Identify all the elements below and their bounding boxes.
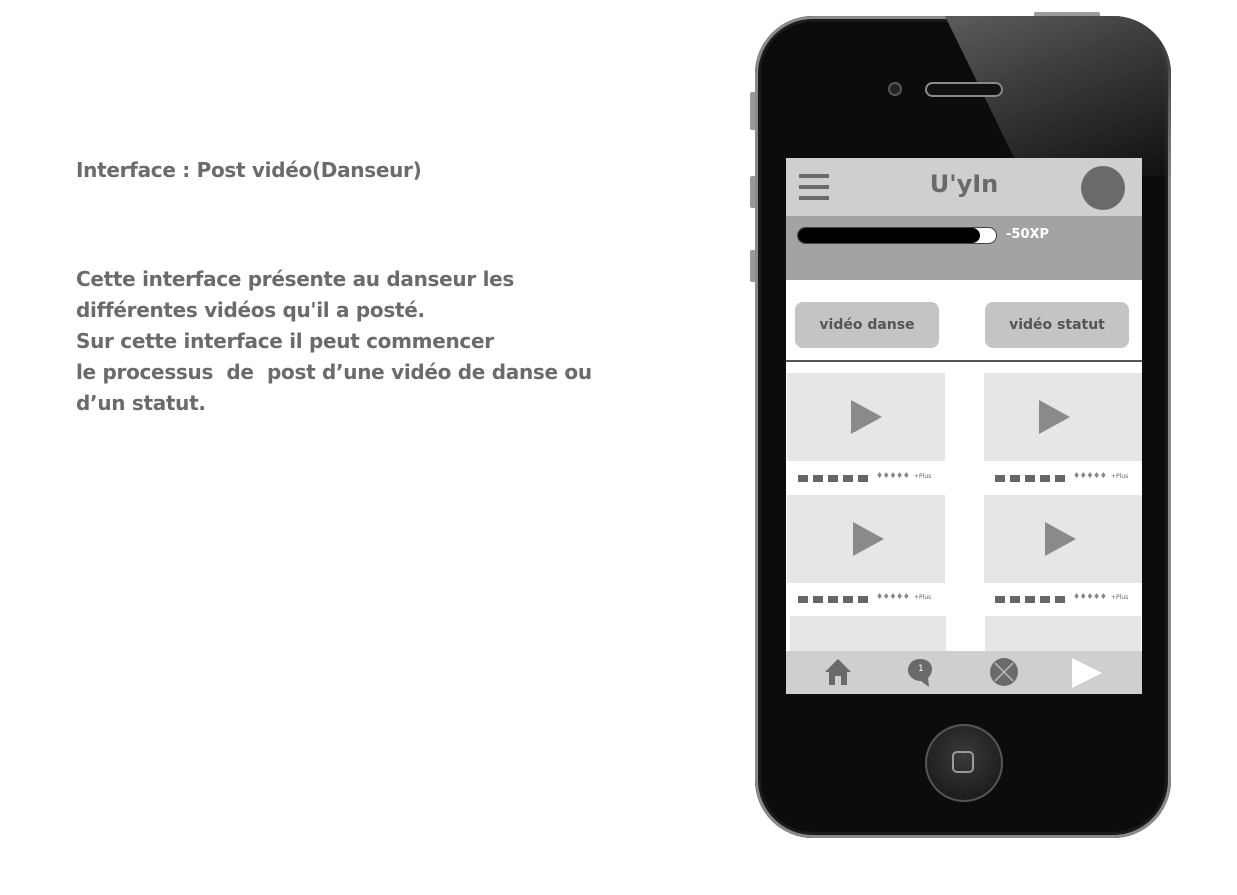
video-thumbnail[interactable]: [984, 373, 1142, 461]
description-line: Sur cette interface il peut commencer: [76, 329, 494, 353]
more-link[interactable]: +Plus: [1111, 594, 1128, 601]
more-link[interactable]: +Plus: [914, 473, 931, 480]
xp-label: -50XP: [1006, 227, 1050, 242]
rating-stars-icon: ♦♦♦♦♦: [876, 471, 910, 480]
app-header: U'yIn: [786, 158, 1142, 216]
nav-close[interactable]: [988, 651, 1020, 694]
rating-stars-icon: ♦♦♦♦♦: [876, 592, 910, 601]
rating-stars-icon: ♦♦♦♦♦: [1073, 471, 1107, 480]
video-thumbnail[interactable]: [984, 495, 1142, 583]
earpiece-speaker: [925, 82, 1003, 97]
nav-home[interactable]: [822, 651, 854, 694]
more-link[interactable]: +Plus: [1111, 473, 1128, 480]
video-thumbnail[interactable]: [787, 373, 945, 461]
status-video-button[interactable]: vidéo statut: [985, 302, 1129, 348]
play-icon: [851, 400, 882, 434]
interface-title: Interface : Post vidéo(Danseur): [76, 158, 422, 182]
xp-progress-fill: [798, 228, 981, 243]
divider: [786, 360, 1142, 362]
description-line: d’un statut.: [76, 391, 206, 415]
play-icon: [1045, 522, 1076, 556]
description-line: différentes vidéos qu'il a posté.: [76, 298, 425, 322]
phone-home-button[interactable]: [925, 724, 1003, 802]
video-thumbnail[interactable]: [985, 616, 1141, 656]
dance-video-button[interactable]: vidéo danse: [795, 302, 939, 348]
play-icon: [1072, 658, 1102, 688]
close-circle-icon: [990, 658, 1018, 686]
play-icon: [853, 522, 884, 556]
more-link[interactable]: +Plus: [914, 594, 931, 601]
nav-notifications[interactable]: 1: [904, 651, 936, 694]
xp-progress-bar: [798, 228, 996, 243]
interface-description: Cette interface présente au danseur les …: [76, 264, 676, 419]
xp-panel: [786, 216, 1142, 280]
video-thumbnail[interactable]: [787, 495, 945, 583]
play-icon: [1039, 400, 1070, 434]
nav-play[interactable]: [1070, 651, 1110, 694]
front-camera: [888, 82, 902, 96]
app-screen: U'yIn -50XP vidéo danse vidéo statut ♦♦♦…: [786, 158, 1142, 694]
home-icon: [825, 659, 851, 685]
video-thumbnail[interactable]: [790, 616, 946, 656]
description-line: Cette interface présente au danseur les: [76, 267, 514, 291]
notification-bubble-icon: 1: [908, 659, 932, 687]
bottom-navigation: 1: [786, 651, 1142, 694]
notification-count: 1: [918, 664, 924, 674]
profile-avatar[interactable]: [1081, 166, 1125, 210]
rating-stars-icon: ♦♦♦♦♦: [1073, 592, 1107, 601]
home-button-square-icon: [952, 751, 974, 773]
description-line: le processus de post d’une vidéo de dans…: [76, 360, 592, 384]
